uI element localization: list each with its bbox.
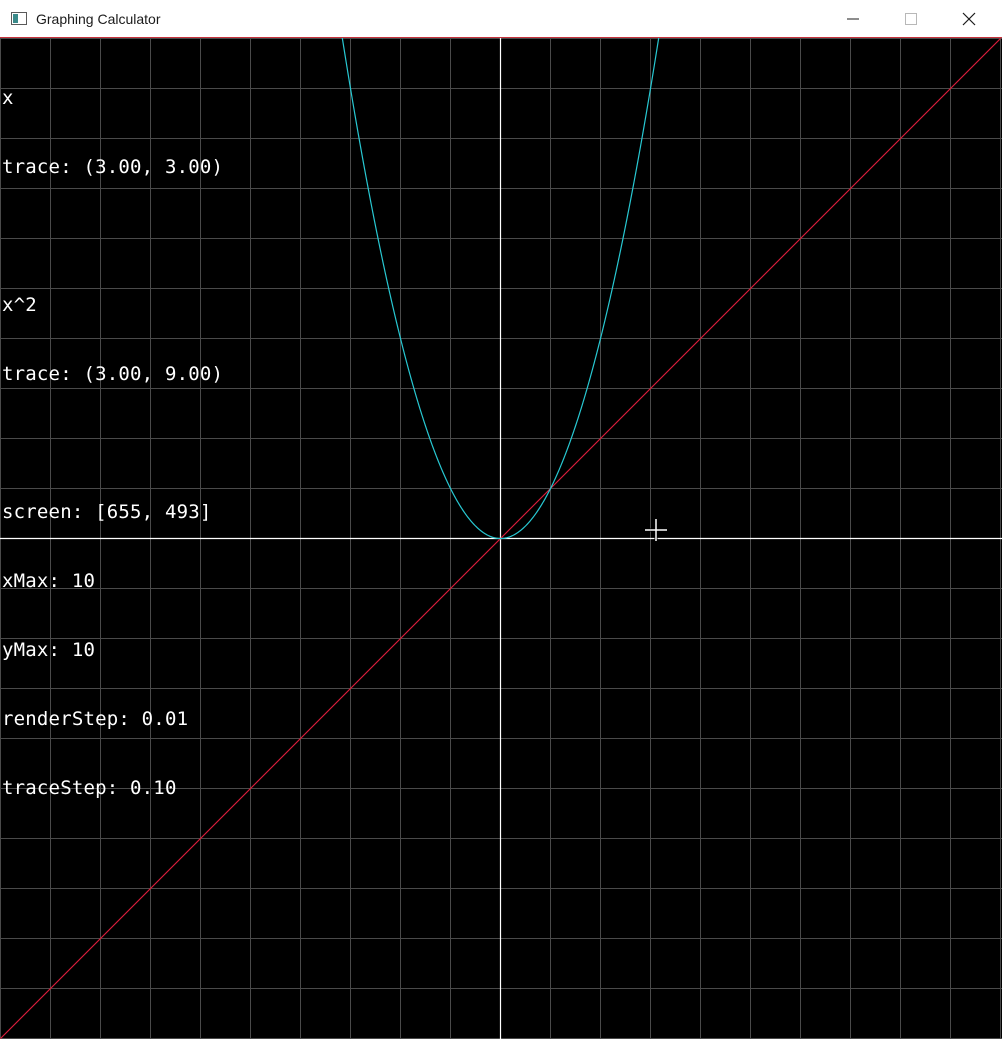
window-title: Graphing Calculator	[36, 11, 161, 27]
info-overlay: x trace: (3.00, 3.00) x^2 trace: (3.00, …	[2, 41, 223, 846]
app-window-icon	[11, 12, 27, 25]
app-window: Graphing Calculator x trace: (3.00, 3.00…	[0, 0, 1002, 1039]
maximize-icon	[905, 13, 917, 25]
render-step-readout: renderStep: 0.01	[2, 708, 189, 730]
title-bar[interactable]: Graphing Calculator	[0, 0, 1002, 38]
graph-canvas[interactable]: x trace: (3.00, 3.00) x^2 trace: (3.00, …	[0, 38, 1002, 1039]
maximize-button[interactable]	[883, 0, 941, 37]
minimize-button[interactable]	[825, 0, 883, 37]
close-button[interactable]	[941, 0, 999, 37]
xmax-readout: xMax: 10	[2, 570, 96, 592]
screen-readout: screen: [655, 493]	[2, 501, 212, 523]
function-1-trace: trace: (3.00, 3.00)	[2, 156, 224, 178]
minimize-icon	[847, 18, 859, 20]
trace-step-readout: traceStep: 0.10	[2, 777, 177, 799]
close-icon	[962, 12, 976, 26]
ymax-readout: yMax: 10	[2, 639, 96, 661]
function-2-expression: x^2	[2, 294, 37, 316]
function-2-trace: trace: (3.00, 9.00)	[2, 363, 224, 385]
function-1-expression: x	[2, 87, 14, 109]
crosshair-cursor-icon	[644, 518, 668, 542]
